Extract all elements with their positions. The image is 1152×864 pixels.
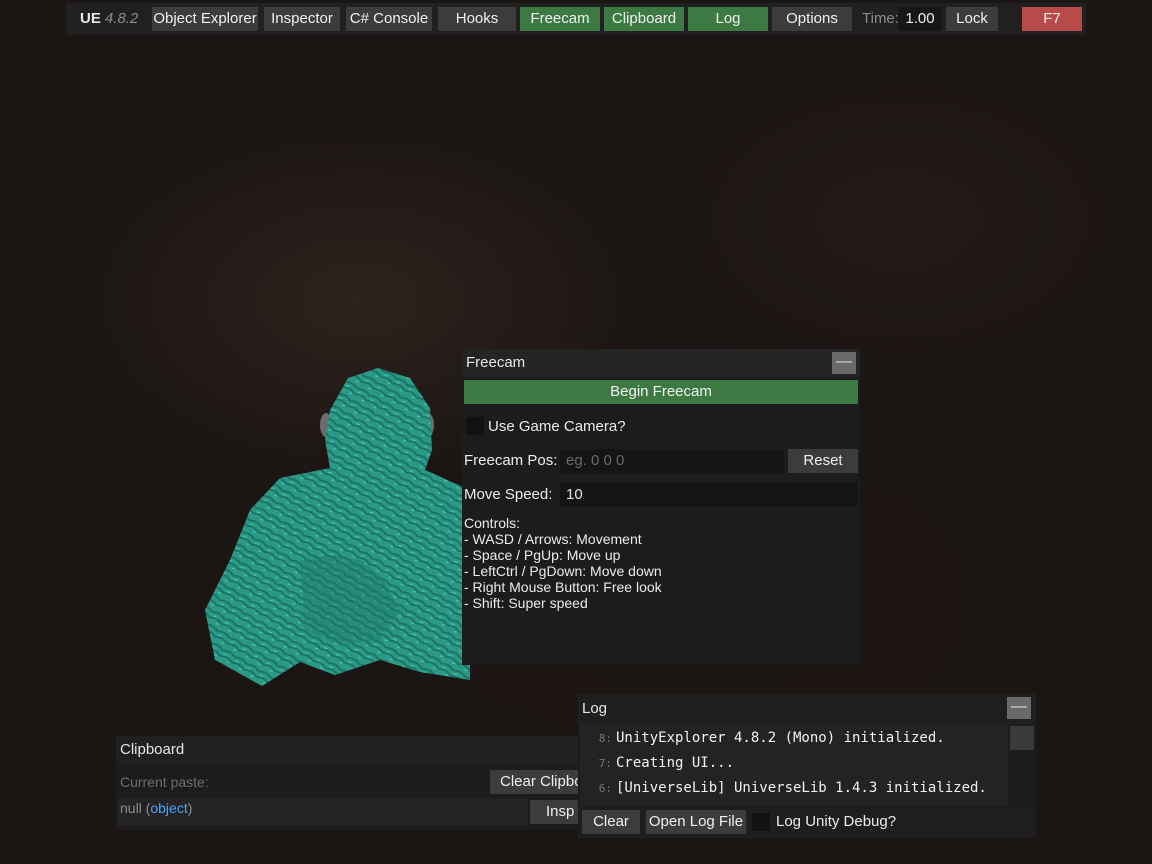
clipboard-value-null: null — [120, 800, 142, 816]
controls-line: - LeftCtrl / PgDown: Move down — [464, 563, 662, 579]
log-line-text: [UniverseLib] UniverseLib 1.4.3 initiali… — [616, 780, 987, 796]
log-entry: 8: UnityExplorer 4.8.2 (Mono) initialized… — [580, 726, 945, 750]
clipboard-value-paren: ) — [187, 800, 193, 816]
hooded-character — [205, 368, 470, 686]
tab-hooks[interactable]: Hooks — [438, 7, 516, 31]
controls-line: - Shift: Super speed — [464, 595, 588, 611]
log-panel: Log — 8: UnityExplorer 4.8.2 (Mono) initi… — [578, 694, 1036, 838]
clear-clipboard-button[interactable]: Clear Clipbo — [490, 770, 586, 794]
freecam-minimize-button[interactable]: — — [832, 352, 856, 374]
time-label: Time: — [862, 10, 899, 27]
log-minimize-button[interactable]: — — [1007, 697, 1031, 719]
tab-object-explorer[interactable]: Object Explorer — [152, 7, 258, 31]
use-game-camera-checkbox[interactable] — [466, 417, 484, 435]
log-line-text: UnityExplorer 4.8.2 (Mono) initialized. — [616, 730, 945, 746]
log-output[interactable]: 8: UnityExplorer 4.8.2 (Mono) initialized… — [580, 724, 1008, 806]
clipboard-type-link[interactable]: object — [150, 800, 187, 816]
controls-line: - WASD / Arrows: Movement — [464, 531, 642, 547]
move-speed-input[interactable]: 10 — [560, 483, 858, 507]
controls-help-text: Controls: - WASD / Arrows: Movement - Sp… — [464, 515, 854, 611]
move-speed-label: Move Speed: — [464, 486, 553, 503]
log-line-number: 7: — [598, 757, 612, 770]
begin-freecam-button[interactable]: Begin Freecam — [464, 380, 858, 404]
freecam-panel: Freecam — Begin Freecam Use Game Camera?… — [462, 349, 860, 665]
lock-button[interactable]: Lock — [946, 7, 998, 31]
log-line-number: 6: — [598, 782, 612, 795]
version-label: 4.8.2 — [105, 10, 139, 27]
log-unity-debug-checkbox[interactable] — [752, 813, 770, 831]
app-brand: UE 4.8.2 — [80, 7, 138, 31]
log-scrollbar[interactable] — [1010, 724, 1034, 806]
controls-line: - Right Mouse Button: Free look — [464, 579, 662, 595]
tab-log[interactable]: Log — [688, 7, 768, 31]
log-title[interactable]: Log — [578, 694, 1036, 724]
freecam-pos-label: Freecam Pos: — [464, 452, 558, 469]
freecam-reset-button[interactable]: Reset — [788, 449, 858, 473]
time-scale-input[interactable]: 1.00 — [898, 7, 942, 31]
clipboard-value: null (object) — [120, 800, 192, 816]
tab-options[interactable]: Options — [772, 7, 852, 31]
clear-log-button[interactable]: Clear — [582, 810, 640, 834]
hide-ui-hotkey-button[interactable]: F7 — [1022, 7, 1082, 31]
log-footer: Clear Open Log File Log Unity Debug? — [578, 806, 1036, 838]
tab-clipboard[interactable]: Clipboard — [604, 7, 684, 31]
clipboard-panel: Clipboard Current paste: Clear Clipbo nu… — [116, 736, 586, 830]
brand-name: UE — [80, 10, 101, 27]
log-line-text: Creating UI... — [616, 755, 735, 771]
controls-line: - Space / PgUp: Move up — [464, 547, 621, 563]
open-log-file-button[interactable]: Open Log File — [646, 810, 746, 834]
current-paste-label: Current paste: — [120, 774, 209, 790]
log-line-number: 8: — [598, 732, 612, 745]
log-entry: 6: [UniverseLib] UniverseLib 1.4.3 initia… — [580, 776, 987, 800]
tab-csharp-console[interactable]: C# Console — [346, 7, 432, 31]
tab-inspector[interactable]: Inspector — [264, 7, 340, 31]
tab-freecam[interactable]: Freecam — [520, 7, 600, 31]
log-scrollbar-thumb[interactable] — [1010, 726, 1034, 750]
clipboard-title[interactable]: Clipboard — [116, 736, 586, 764]
controls-line: Controls: — [464, 515, 521, 531]
top-menu-bar: UE 4.8.2 Object Explorer Inspector C# Co… — [66, 3, 1086, 35]
freecam-pos-input[interactable]: eg. 0 0 0 — [560, 449, 784, 473]
log-entry: 7: Creating UI... — [580, 751, 734, 775]
use-game-camera-label: Use Game Camera? — [488, 418, 626, 435]
log-unity-debug-label: Log Unity Debug? — [776, 813, 897, 830]
freecam-title[interactable]: Freecam — [462, 349, 860, 377]
